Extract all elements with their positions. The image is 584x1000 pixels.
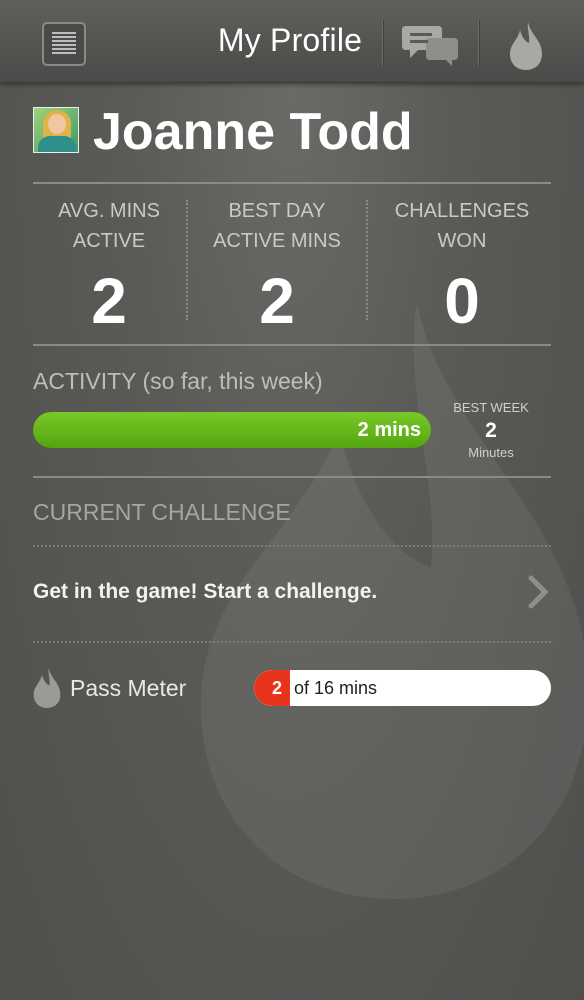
- best-week-label: BEST WEEK: [453, 400, 529, 415]
- stat-avg-mins-active: AVG. MINS ACTIVE 2: [24, 196, 194, 338]
- stat-value: 0: [444, 265, 480, 337]
- stat-label: AVG. MINS: [58, 200, 160, 222]
- start-challenge-text: Get in the game! Start a challenge.: [33, 580, 378, 603]
- stat-challenges-won: CHALLENGES WON 0: [377, 196, 547, 338]
- stat-label: ACTIVE: [72, 230, 146, 252]
- flame-icon: [33, 668, 61, 708]
- page-title: My Profile: [217, 22, 363, 58]
- stat-label: WON: [437, 230, 487, 252]
- stat-best-day-active-mins: BEST DAY ACTIVE MINS 2: [192, 196, 362, 338]
- stat-divider: [186, 200, 188, 320]
- divider: [33, 476, 551, 478]
- pass-meter-total: of 16 mins: [294, 678, 378, 698]
- dotted-divider: [33, 545, 551, 547]
- avatar[interactable]: [33, 107, 79, 153]
- profile-name: Joanne Todd: [93, 103, 413, 161]
- flame-icon[interactable]: [508, 22, 544, 70]
- best-week-value: 2: [485, 419, 497, 442]
- best-week: BEST WEEK 2 Minutes: [441, 400, 541, 460]
- header-divider: [478, 20, 479, 66]
- stat-divider: [366, 200, 368, 320]
- best-week-unit: Minutes: [468, 445, 514, 460]
- start-challenge-row[interactable]: Get in the game! Start a challenge.: [33, 560, 551, 624]
- stat-label: BEST DAY: [228, 200, 326, 222]
- stat-value: 2: [259, 265, 295, 337]
- dotted-divider: [33, 641, 551, 643]
- menu-button[interactable]: [42, 22, 86, 66]
- divider: [33, 182, 551, 184]
- current-challenge-header: CURRENT CHALLENGE: [33, 499, 291, 525]
- activity-progress-bar: 2 mins: [33, 412, 431, 448]
- activity-label: ACTIVITY (so far, this week): [33, 368, 323, 394]
- activity-progress-text: 2 mins: [357, 419, 421, 441]
- header-divider: [382, 20, 383, 66]
- menu-list-icon: [52, 32, 76, 56]
- stat-value: 2: [91, 265, 127, 337]
- pass-meter-label: Pass Meter: [70, 675, 187, 701]
- chat-bubbles-icon[interactable]: [402, 22, 460, 66]
- top-nav-bar: My Profile: [0, 0, 584, 83]
- chevron-right-icon: [528, 575, 549, 609]
- divider: [33, 344, 551, 346]
- pass-meter-bar: 2 of 16 mins: [254, 670, 551, 706]
- stat-label: CHALLENGES: [394, 200, 530, 222]
- stat-label: ACTIVE MINS: [213, 230, 341, 252]
- pass-meter-current: 2: [272, 678, 283, 698]
